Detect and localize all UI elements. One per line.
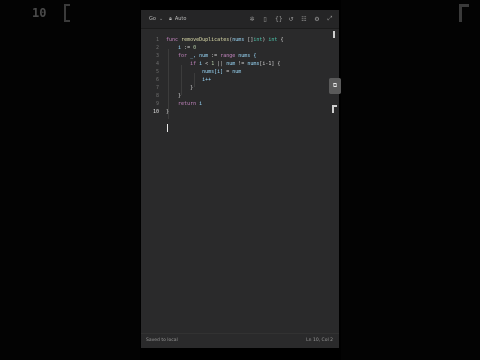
mode-selector[interactable]: 🔒︎ Auto [169,16,186,22]
copy-icon[interactable]: ⧉ [329,78,341,94]
code-token: nums [232,37,248,43]
status-bar: Saved to local Ln 10, Col 2 [141,333,339,348]
mode-label: Auto [174,16,187,22]
line-number: 7 [155,85,159,91]
code-token: i [166,45,185,51]
line-text: i := 0 [166,44,196,52]
line-text: for _, num := range nums { [166,52,256,60]
code-token: nums [247,61,260,67]
code-line: 1 func removeDuplicates(nums []int) int { [141,36,339,44]
code-line: 3 for _, num := range nums { [141,52,339,60]
code-token: num [226,61,239,67]
line-number: 3 [155,53,159,59]
line-text: return i [166,100,202,108]
lock-icon: 🔒︎ [169,16,172,22]
code-token: nums { [238,53,257,59]
code-token: nums[i] [166,69,227,75]
code-line: 9 return i [141,100,339,108]
code-token: range [220,53,239,59]
background-right [341,0,480,360]
scrollbar-thumb[interactable] [333,31,335,38]
ghost-number: 10 [32,6,47,20]
chevron-down-icon: ⌄ [158,16,164,22]
code-token: i++ [166,77,212,83]
line-number: 2 [155,45,159,51]
text-cursor [167,124,168,132]
code-token: } [166,109,170,115]
line-text: } [166,84,193,92]
code-token: { [277,37,284,43]
line-text: } [166,92,181,100]
cursor-position: Ln 10, Col 2 [306,338,333,343]
code-token: || [217,61,227,67]
code-token: _, num [190,53,212,59]
line-number: 5 [155,69,159,75]
line-text: if i < 1 || num != nums[i-1] { [166,60,280,68]
line-text: nums[i] = num [166,68,241,76]
settings-sliders-icon[interactable]: ☷ [301,16,307,23]
code-token: } [166,93,182,99]
code-line: 4 if i < 1 || num != nums[i-1] { [141,60,339,68]
language-label: Go [149,16,156,22]
code-token: return [166,101,200,107]
braces-icon[interactable]: {} [275,16,283,23]
code-line: 8 } [141,92,339,100]
language-selector[interactable]: Go ⌄ [149,16,163,22]
code-token: [i-1] { [259,61,281,67]
line-number: 9 [155,101,159,107]
line-number: 1 [155,37,159,43]
line-number: 4 [155,61,159,67]
code-token: != [238,61,248,67]
code-token: i [199,101,203,107]
code-line: 7 } [141,84,339,92]
gear-icon[interactable]: ⚙ [314,16,320,23]
toolbar-icons: ✲ ▯ {} ↺ ☷ ⚙ ⤢ [249,10,333,28]
line-number: 10 [152,109,159,115]
editor-toolbar: Go ⌄ 🔒︎ Auto ✲ ▯ {} ↺ ☷ ⚙ ⤢ [141,10,339,29]
code-editor-window: Go ⌄ 🔒︎ Auto ✲ ▯ {} ↺ ☷ ⚙ ⤢ 1 func remove… [141,10,339,348]
code-token: num [232,69,242,75]
undo-icon[interactable]: ↺ [288,16,294,23]
background-left [0,0,140,360]
code-token: func [166,37,182,43]
line-text: i++ [166,76,211,84]
line-number: 6 [155,77,159,83]
line-text: } [166,108,169,116]
bookmark-icon[interactable]: ▯ [262,16,268,23]
code-token: := [211,53,221,59]
ghost-bracket-icon [64,4,70,22]
code-line: 6 i++ [141,76,339,84]
ghost-corner-icon [459,4,469,22]
code-line: 5 nums[i] = num [141,68,339,76]
expand-icon[interactable]: ⤢ [327,15,333,23]
line-number: 8 [155,93,159,99]
code-token: 0 [193,45,197,51]
save-status: Saved to local [146,338,178,343]
code-token: := [184,45,194,51]
code-line: 2 i := 0 [141,44,339,52]
code-token: } [166,85,194,91]
code-line: 10} [141,108,339,116]
corner-bracket-icon [332,105,337,113]
bug-icon[interactable]: ✲ [249,16,255,23]
code-area[interactable]: 1 func removeDuplicates(nums []int) int {… [141,30,339,132]
code-token: removeDuplicates [181,37,230,43]
line-text: func removeDuplicates(nums []int) int { [166,36,283,44]
code-token: if [166,61,200,67]
code-token: for [166,53,191,59]
